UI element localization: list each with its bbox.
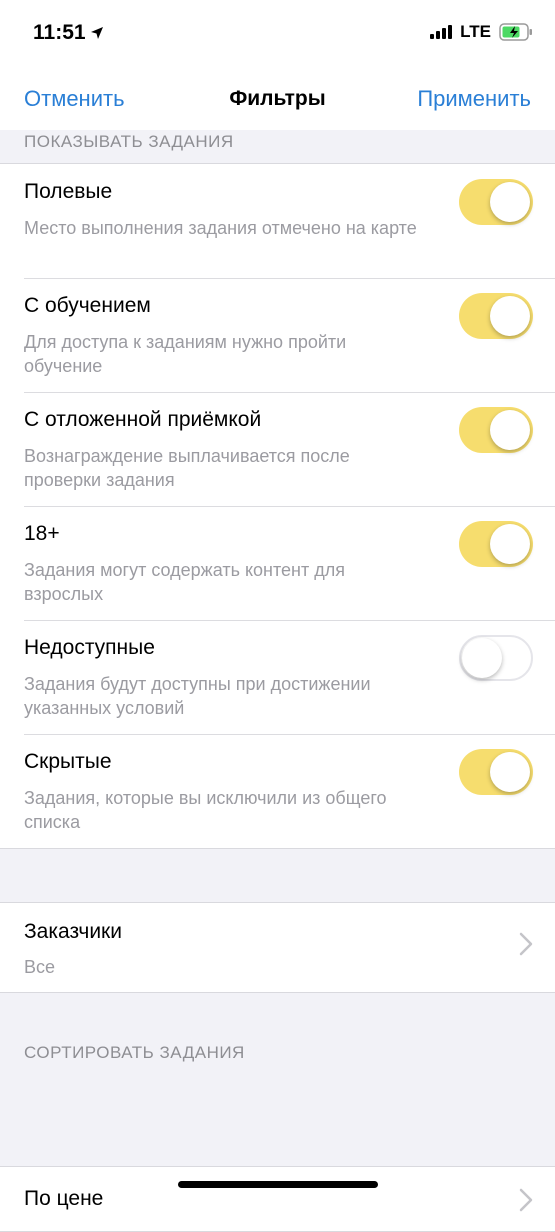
toggle-knob xyxy=(462,638,502,678)
filter-toggle[interactable] xyxy=(459,749,533,795)
filter-toggle[interactable] xyxy=(459,293,533,339)
filter-toggle[interactable] xyxy=(459,179,533,225)
filter-title: Недоступные xyxy=(24,636,155,659)
chevron-right-icon xyxy=(519,1187,533,1219)
filter-toggle[interactable] xyxy=(459,407,533,453)
customers-value: Все xyxy=(24,957,56,977)
home-indicator xyxy=(178,1181,378,1188)
filter-row: Недоступные Задания будут доступны при до… xyxy=(0,620,555,734)
filter-title: 18+ xyxy=(24,522,60,545)
filter-title: Скрытые xyxy=(24,750,112,773)
filter-row: 18+ Задания могут содержать контент для в… xyxy=(0,506,555,620)
filters-group: Полевые Место выполнения задания отмечено… xyxy=(0,163,555,849)
filter-row: С отложенной приёмкой Вознаграждение выпл… xyxy=(0,392,555,506)
toggle-knob xyxy=(490,752,530,792)
filter-row: Полевые Место выполнения задания отмечено… xyxy=(0,164,555,278)
toggle-knob xyxy=(490,524,530,564)
filter-description: Вознаграждение выплачивается после прове… xyxy=(24,446,350,490)
customers-title: Заказчики xyxy=(24,920,122,943)
filter-description: Задания будут доступны при достижении ук… xyxy=(24,674,371,718)
apply-button[interactable]: Применить xyxy=(417,86,531,112)
section-header-show-tasks: ПОКАЗЫВАТЬ ЗАДАНИЯ xyxy=(24,132,234,151)
filter-toggle[interactable] xyxy=(459,521,533,567)
toggle-knob xyxy=(490,182,530,222)
sort-value: По цене xyxy=(24,1187,104,1210)
status-indicators: LTE xyxy=(430,22,533,42)
navigation-bar: Отменить Фильтры Применить xyxy=(0,70,555,130)
filter-row: Скрытые Задания, которые вы исключили из … xyxy=(0,734,555,848)
section-header-sort-tasks: СОРТИРОВАТЬ ЗАДАНИЯ xyxy=(24,1043,245,1062)
signal-icon xyxy=(430,25,453,39)
filter-title: С отложенной приёмкой xyxy=(24,408,262,431)
toggle-knob xyxy=(490,410,530,450)
filter-title: С обучением xyxy=(24,294,151,317)
network-label: LTE xyxy=(460,22,491,41)
customers-row[interactable]: Заказчики Все xyxy=(0,902,555,993)
filter-description: Задания могут содержать контент для взро… xyxy=(24,560,345,604)
status-time-text: 11:51 xyxy=(33,21,86,44)
chevron-right-icon xyxy=(519,931,533,963)
filter-description: Место выполнения задания отмечено на кар… xyxy=(24,218,417,238)
status-time: 11:51 xyxy=(33,21,104,45)
toggle-knob xyxy=(490,296,530,336)
sort-row[interactable]: По цене xyxy=(0,1166,555,1232)
filter-row: С обучением Для доступа к заданиям нужно … xyxy=(0,278,555,392)
filter-toggle[interactable] xyxy=(459,635,533,681)
filter-description: Для доступа к заданиям нужно пройти обуч… xyxy=(24,332,347,376)
filter-title: Полевые xyxy=(24,180,113,203)
battery-charging-icon xyxy=(499,23,532,41)
filter-description: Задания, которые вы исключили из общего … xyxy=(24,788,387,832)
status-bar: 11:51 LTE xyxy=(0,0,555,70)
location-arrow-icon xyxy=(90,27,103,39)
